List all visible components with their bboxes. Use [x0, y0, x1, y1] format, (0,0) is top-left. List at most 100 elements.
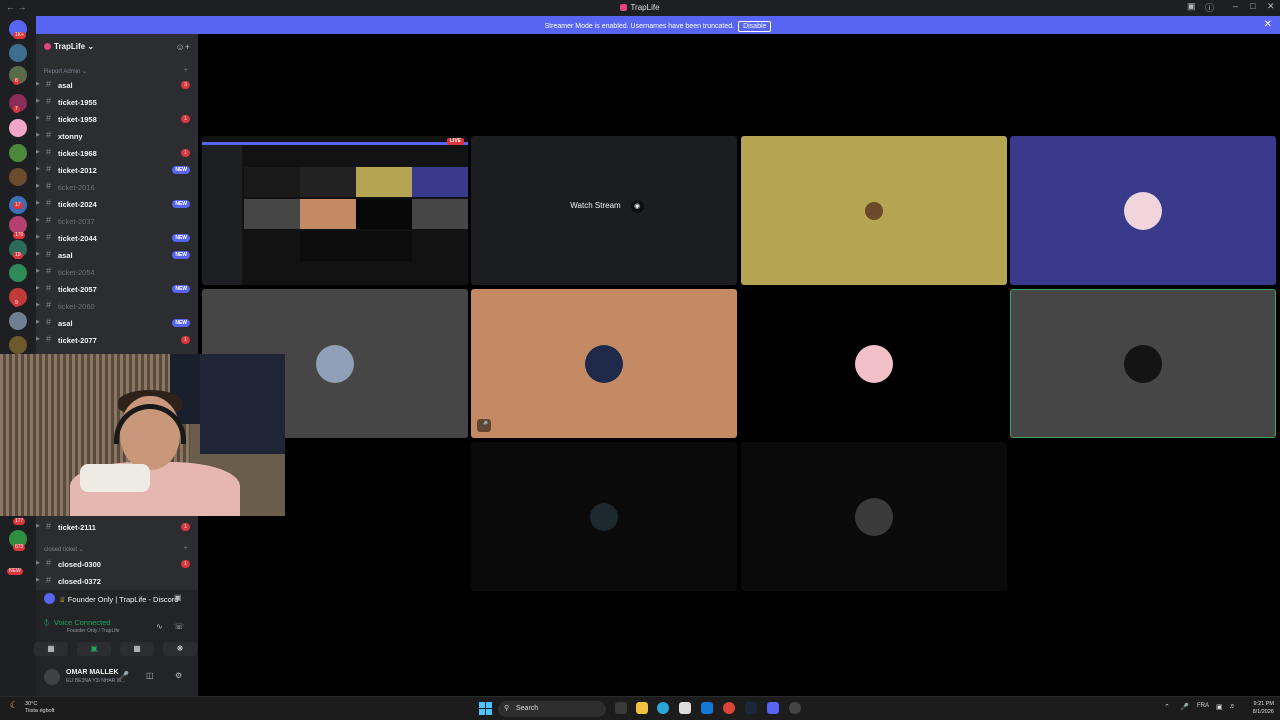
- expand-chevron-icon[interactable]: ▶: [36, 302, 40, 308]
- add-channel-icon[interactable]: +: [184, 545, 188, 552]
- edge-icon[interactable]: [657, 702, 669, 714]
- start-button[interactable]: [479, 702, 492, 715]
- steam-icon[interactable]: [745, 702, 757, 714]
- add-channel-icon[interactable]: +: [184, 67, 188, 74]
- expand-chevron-icon[interactable]: ▶: [36, 251, 40, 257]
- avatar[interactable]: [44, 669, 60, 685]
- language-indicator[interactable]: FRA: [1197, 703, 1209, 709]
- headphones-icon[interactable]: ◫: [146, 671, 154, 680]
- invite-people-icon[interactable]: ☺+: [176, 42, 190, 52]
- channel-item[interactable]: ▶ # asal NEW: [36, 248, 198, 262]
- inbox-icon[interactable]: ▣: [1187, 1, 1196, 12]
- expand-chevron-icon[interactable]: ▶: [36, 577, 40, 583]
- server-icon[interactable]: [9, 336, 27, 354]
- expand-chevron-icon[interactable]: ▶: [36, 523, 40, 529]
- noise-suppression-icon[interactable]: ∿: [156, 622, 163, 631]
- microphone-icon[interactable]: 🎤: [119, 671, 129, 680]
- channel-item[interactable]: ▶ # asal 3: [36, 78, 198, 92]
- channel-item[interactable]: ▶ # ticket-2012 NEW: [36, 163, 198, 177]
- server-icon[interactable]: [9, 168, 27, 186]
- stream-preview-icon[interactable]: ▣: [174, 593, 182, 602]
- expand-chevron-icon[interactable]: ▶: [36, 336, 40, 342]
- tray-chevron-icon[interactable]: ⌃: [1164, 703, 1170, 711]
- channel-item[interactable]: ▶ # ticket-2060: [36, 299, 198, 313]
- participant-tile[interactable]: 🎤: [471, 289, 737, 438]
- expand-chevron-icon[interactable]: ▶: [36, 115, 40, 121]
- category-report-admin[interactable]: Report Admin ⌄: [44, 68, 87, 75]
- channel-item[interactable]: ▶ # ticket-2054: [36, 265, 198, 279]
- activities-button[interactable]: ▦: [120, 642, 154, 656]
- clock[interactable]: 9:21 PM 8/1/2026: [1242, 700, 1274, 716]
- participant-tile[interactable]: [741, 136, 1007, 285]
- discord-taskbar-icon[interactable]: [767, 702, 779, 714]
- channel-item[interactable]: ▶ # closed-0372: [36, 574, 198, 588]
- volume-icon[interactable]: ♬: [1229, 703, 1236, 710]
- expand-chevron-icon[interactable]: ▶: [36, 81, 40, 87]
- participant-tile[interactable]: [1010, 136, 1276, 285]
- taskbar-search[interactable]: ⚲ Search: [498, 701, 606, 717]
- signal-icon[interactable]: ⦽: [44, 618, 49, 627]
- screen-share-button[interactable]: ▣: [77, 642, 111, 656]
- expand-chevron-icon[interactable]: ▶: [36, 217, 40, 223]
- tray-mic-icon[interactable]: 🎤: [1180, 703, 1189, 711]
- channel-item[interactable]: ▶ # ticket-1958 1: [36, 112, 198, 126]
- participant-tile[interactable]: [471, 442, 737, 591]
- server-icon[interactable]: [9, 44, 27, 62]
- banner-close-icon[interactable]: ✕: [1264, 19, 1272, 30]
- disable-streamer-mode-button[interactable]: Disable: [738, 21, 772, 32]
- camera-button[interactable]: ▦: [34, 642, 68, 656]
- channel-item[interactable]: ▶ # ticket-2111 1: [36, 520, 198, 534]
- expand-chevron-icon[interactable]: ▶: [36, 183, 40, 189]
- channel-item[interactable]: ▶ # ticket-2057 NEW: [36, 282, 198, 296]
- network-icon[interactable]: ▣: [1216, 703, 1223, 711]
- channel-item[interactable]: ▶ # ticket-2016: [36, 180, 198, 194]
- minimize-button[interactable]: –: [1233, 1, 1238, 11]
- expand-chevron-icon[interactable]: ▶: [36, 98, 40, 104]
- expand-chevron-icon[interactable]: ▶: [36, 268, 40, 274]
- expand-chevron-icon[interactable]: ▶: [36, 319, 40, 325]
- app-icon[interactable]: [789, 702, 801, 714]
- watch-stream-button[interactable]: Watch Stream: [564, 198, 626, 213]
- disconnect-icon[interactable]: ☏: [174, 622, 184, 631]
- channel-item[interactable]: ▶ # closed-0300 1: [36, 557, 198, 571]
- soundboard-button[interactable]: ❋: [163, 642, 197, 656]
- channel-item[interactable]: ▶ # ticket-2024 NEW: [36, 197, 198, 211]
- channel-item[interactable]: ▶ # ticket-2077 1: [36, 333, 198, 347]
- stream-tile[interactable]: Watch Stream ◉: [471, 136, 737, 285]
- category-closed-ticket[interactable]: closed ticket ⌄: [44, 546, 84, 553]
- participant-tile[interactable]: [741, 442, 1007, 591]
- server-icon[interactable]: [9, 119, 27, 137]
- channel-item[interactable]: ▶ # xtonny: [36, 129, 198, 143]
- expand-chevron-icon[interactable]: ▶: [36, 149, 40, 155]
- outlook-icon[interactable]: [701, 702, 713, 714]
- channel-item[interactable]: ▶ # asal NEW: [36, 316, 198, 330]
- store-icon[interactable]: [679, 702, 691, 714]
- help-icon[interactable]: ⓘ: [1205, 1, 1214, 14]
- settings-gear-icon[interactable]: ⚙: [175, 671, 182, 680]
- maximize-button[interactable]: □: [1250, 1, 1255, 11]
- file-explorer-icon[interactable]: [636, 702, 648, 714]
- channel-item[interactable]: ▶ # ticket-2044 NEW: [36, 231, 198, 245]
- chrome-icon[interactable]: [723, 702, 735, 714]
- server-name-header[interactable]: TrapLife ⌄: [44, 42, 94, 51]
- expand-chevron-icon[interactable]: ▶: [36, 132, 40, 138]
- expand-chevron-icon[interactable]: ▶: [36, 234, 40, 240]
- channel-name: ticket-1955: [58, 98, 97, 107]
- server-icon[interactable]: [9, 264, 27, 282]
- close-window-button[interactable]: ✕: [1267, 1, 1275, 12]
- participant-tile[interactable]: [741, 289, 1007, 438]
- channel-item[interactable]: ▶ # ticket-1955: [36, 95, 198, 109]
- task-view-icon[interactable]: [615, 702, 627, 714]
- watch-together-icon[interactable]: ◉: [630, 200, 644, 213]
- server-icon[interactable]: [9, 144, 27, 162]
- expand-chevron-icon[interactable]: ▶: [36, 166, 40, 172]
- expand-chevron-icon[interactable]: ▶: [36, 200, 40, 206]
- channel-item[interactable]: ▶ # ticket-1968 1: [36, 146, 198, 160]
- voice-channel-path[interactable]: Founder Only / TrapLife: [67, 628, 120, 634]
- channel-item[interactable]: ▶ # ticket-2037: [36, 214, 198, 228]
- participant-tile-speaking[interactable]: [1010, 289, 1276, 438]
- screen-share-tile[interactable]: LIVE: [202, 136, 468, 285]
- server-icon[interactable]: [9, 312, 27, 330]
- expand-chevron-icon[interactable]: ▶: [36, 285, 40, 291]
- expand-chevron-icon[interactable]: ▶: [36, 560, 40, 566]
